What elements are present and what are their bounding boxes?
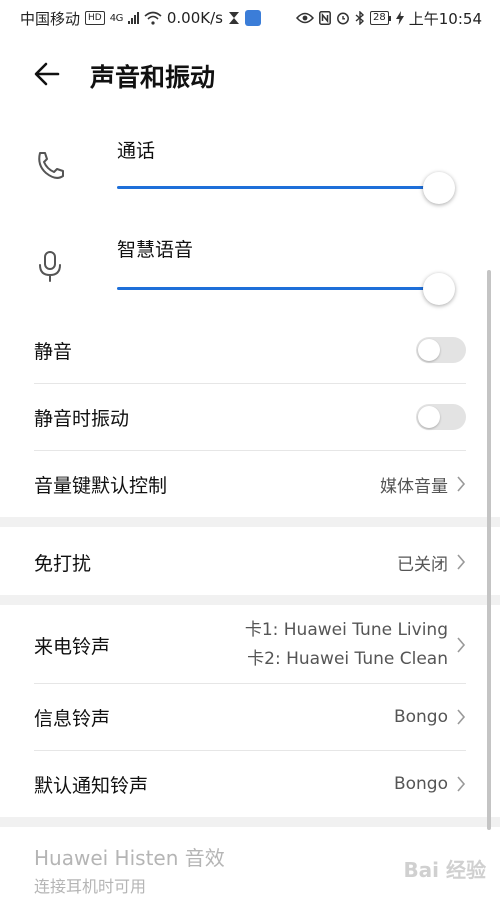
status-time: 上午10:54 [408, 9, 482, 28]
section-separator [0, 517, 500, 527]
message-tone-value: Bongo [393, 707, 448, 727]
status-left: 中国移动 HD 4G 0.00K/s [20, 8, 261, 29]
call-volume-slider[interactable] [117, 186, 439, 189]
chevron-right-icon [457, 476, 466, 492]
histen-sublabel: 连接耳机时可用 [34, 877, 147, 896]
page-title: 声音和振动 [90, 63, 216, 92]
mute-row[interactable]: 静音 [34, 326, 466, 374]
assistant-volume-thumb[interactable] [423, 273, 455, 305]
chevron-right-icon [457, 709, 466, 725]
vibrate-on-mute-row[interactable]: 静音时振动 [34, 393, 466, 441]
title-bar: 声音和振动 [0, 48, 500, 100]
ringtone-label: 来电铃声 [34, 635, 111, 658]
message-tone-row[interactable]: 信息铃声 Bongo [34, 693, 466, 741]
chevron-right-icon [457, 637, 466, 653]
volume-key-row[interactable]: 音量键默认控制 媒体音量 [34, 460, 466, 508]
ringtone-card1: 卡1: Huawei Tune Living [244, 620, 448, 640]
charging-icon [395, 11, 404, 25]
volume-key-label: 音量键默认控制 [34, 474, 168, 497]
nfc-icon [319, 11, 331, 25]
app-notification-icon [244, 10, 261, 26]
ringtone-row[interactable]: 来电铃声 卡1: Huawei Tune Living 卡2: Huawei T… [34, 615, 466, 675]
network-type: 4G [109, 12, 124, 24]
alarm-icon [337, 12, 349, 25]
network-speed: 0.00K/s [166, 9, 223, 27]
status-bar: 中国移动 HD 4G 0.00K/s 28 上午10:54 [0, 0, 500, 36]
microphone-icon [39, 251, 61, 282]
dnd-row[interactable]: 免打扰 已关闭 [34, 537, 466, 587]
watermark: Bai 经验 [403, 858, 486, 882]
assistant-volume-slider[interactable] [117, 287, 439, 290]
vibrate-on-mute-label: 静音时振动 [34, 407, 130, 430]
notification-tone-value: Bongo [393, 774, 448, 794]
bluetooth-icon [355, 11, 365, 25]
mute-label: 静音 [34, 340, 73, 363]
call-volume-label: 通话 [117, 140, 156, 162]
dnd-value: 已关闭 [397, 554, 448, 575]
divider [34, 383, 466, 384]
histen-label: Huawei Histen 音效 [34, 846, 225, 870]
section-separator [0, 817, 500, 827]
toggle-knob [418, 406, 440, 428]
divider [34, 750, 466, 751]
ringtone-card2: 卡2: Huawei Tune Clean [247, 649, 448, 669]
hd-badge: HD [85, 11, 105, 25]
notification-tone-row[interactable]: 默认通知铃声 Bongo [34, 760, 466, 808]
call-volume-thumb[interactable] [423, 172, 455, 204]
vibrate-on-mute-toggle[interactable] [416, 404, 466, 430]
mute-toggle[interactable] [416, 337, 466, 363]
back-button[interactable] [30, 56, 66, 92]
phone-icon [38, 152, 64, 179]
chevron-right-icon [457, 554, 466, 570]
arrow-left-icon [34, 62, 60, 86]
notification-tone-label: 默认通知铃声 [34, 774, 149, 797]
wifi-icon [144, 11, 162, 25]
message-tone-label: 信息铃声 [34, 707, 111, 730]
eye-icon [296, 12, 315, 24]
volume-key-value: 媒体音量 [380, 476, 448, 497]
divider [34, 683, 466, 684]
scrollbar[interactable] [487, 270, 491, 830]
dnd-label: 免打扰 [34, 552, 92, 575]
chevron-right-icon [457, 776, 466, 792]
section-separator [0, 595, 500, 605]
battery-icon: 28 [370, 11, 391, 25]
signal-icon [127, 12, 139, 24]
toggle-knob [418, 339, 440, 361]
divider [34, 450, 466, 451]
assistant-volume-label: 智慧语音 [117, 239, 194, 261]
hourglass-icon [228, 12, 239, 24]
battery-level: 28 [370, 11, 389, 25]
status-right: 28 上午10:54 [296, 8, 482, 29]
carrier-name: 中国移动 [20, 9, 81, 28]
